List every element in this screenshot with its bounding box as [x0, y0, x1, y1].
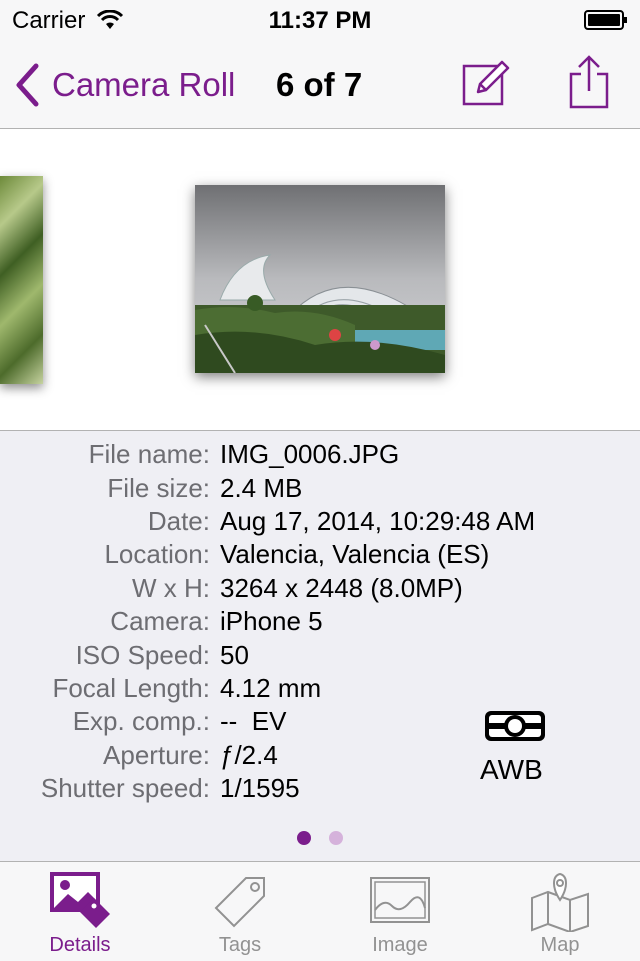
tab-tags[interactable]: Tags: [160, 862, 320, 961]
photo-image: [195, 185, 445, 373]
detail-value: 3264 x 2448 (8.0MP): [220, 573, 463, 603]
page-control[interactable]: [0, 831, 640, 845]
tag-icon: [214, 877, 265, 928]
detail-value: Aug 17, 2014, 10:29:48 AM: [220, 506, 536, 536]
detail-row-dimensions: W x H: 3264 x 2448 (8.0MP): [0, 573, 640, 607]
photo-carousel[interactable]: [0, 129, 640, 431]
chevron-left-icon: [16, 63, 39, 107]
detail-label: Camera:: [110, 606, 210, 636]
detail-row-iso: ISO Speed: 50: [0, 640, 640, 674]
detail-value: iPhone 5: [220, 606, 323, 636]
detail-label: Date:: [147, 506, 210, 536]
photo-details-panel: File name: IMG_0006.JPG File size: 2.4 M…: [0, 431, 640, 861]
tab-label: Tags: [218, 934, 262, 956]
image-icon: [370, 877, 430, 923]
detail-value: 2.4 MB: [220, 473, 303, 503]
map-icon: [531, 872, 589, 932]
detail-row-file-name: File name: IMG_0006.JPG: [0, 439, 640, 473]
detail-value: 1/1595: [220, 773, 300, 803]
status-time: 11:37 PM: [268, 7, 372, 34]
detail-row-shutter-speed: Shutter speed: 1/1595: [0, 773, 640, 807]
detail-label: Location:: [104, 539, 210, 569]
previous-photo-thumbnail[interactable]: [0, 176, 43, 384]
details-photo-tag-icon: [50, 872, 110, 928]
back-button-label: Camera Roll: [52, 66, 236, 103]
white-balance-label: AWB: [480, 754, 543, 785]
white-balance-icon: [485, 711, 545, 741]
detail-label: Aperture:: [103, 740, 210, 770]
tab-map[interactable]: Map: [480, 862, 640, 961]
tab-details[interactable]: Details: [0, 862, 160, 961]
edit-icon[interactable]: [462, 58, 512, 106]
detail-row-file-size: File size: 2.4 MB: [0, 473, 640, 507]
detail-label: File name:: [88, 439, 210, 469]
detail-row-focal-length: Focal Length: 4.12 mm: [0, 673, 640, 707]
detail-row-aperture: Aperture: ƒ/2.4: [0, 740, 640, 774]
tab-label: Details: [49, 934, 111, 956]
detail-label: Exp. comp.:: [72, 706, 210, 736]
tab-label: Image: [372, 934, 428, 956]
photo-position: 6 of 7: [276, 66, 363, 103]
detail-value: Valencia, Valencia (ES): [220, 539, 490, 569]
detail-value: -- EV: [220, 706, 287, 736]
detail-value: 4.12 mm: [220, 673, 322, 703]
tab-label: Map: [540, 934, 580, 956]
detail-value: ƒ/2.4: [220, 740, 278, 770]
share-icon[interactable]: [568, 54, 610, 110]
detail-row-camera: Camera: iPhone 5: [0, 606, 640, 640]
back-button[interactable]: Camera Roll: [14, 62, 235, 108]
detail-label: W x H:: [132, 573, 210, 603]
detail-label: ISO Speed:: [75, 640, 210, 670]
navigation-bar: Camera Roll 6 of 7: [0, 40, 640, 129]
page-dot-active[interactable]: [297, 831, 311, 845]
status-bar: Carrier 11:37 PM: [0, 0, 640, 40]
detail-value: IMG_0006.JPG: [220, 439, 400, 469]
detail-row-date: Date: Aug 17, 2014, 10:29:48 AM: [0, 506, 640, 540]
tab-image[interactable]: Image: [320, 862, 480, 961]
detail-label: Shutter speed:: [40, 773, 210, 803]
detail-label: Focal Length:: [52, 673, 210, 703]
page-dot[interactable]: [329, 831, 343, 845]
detail-row-location: Location: Valencia, Valencia (ES): [0, 539, 640, 573]
detail-label: File size:: [107, 473, 210, 503]
current-photo-thumbnail[interactable]: [195, 185, 445, 373]
detail-value: 50: [220, 640, 249, 670]
battery-icon: [584, 10, 627, 30]
tab-bar: Details Tags Image Map: [0, 861, 640, 961]
